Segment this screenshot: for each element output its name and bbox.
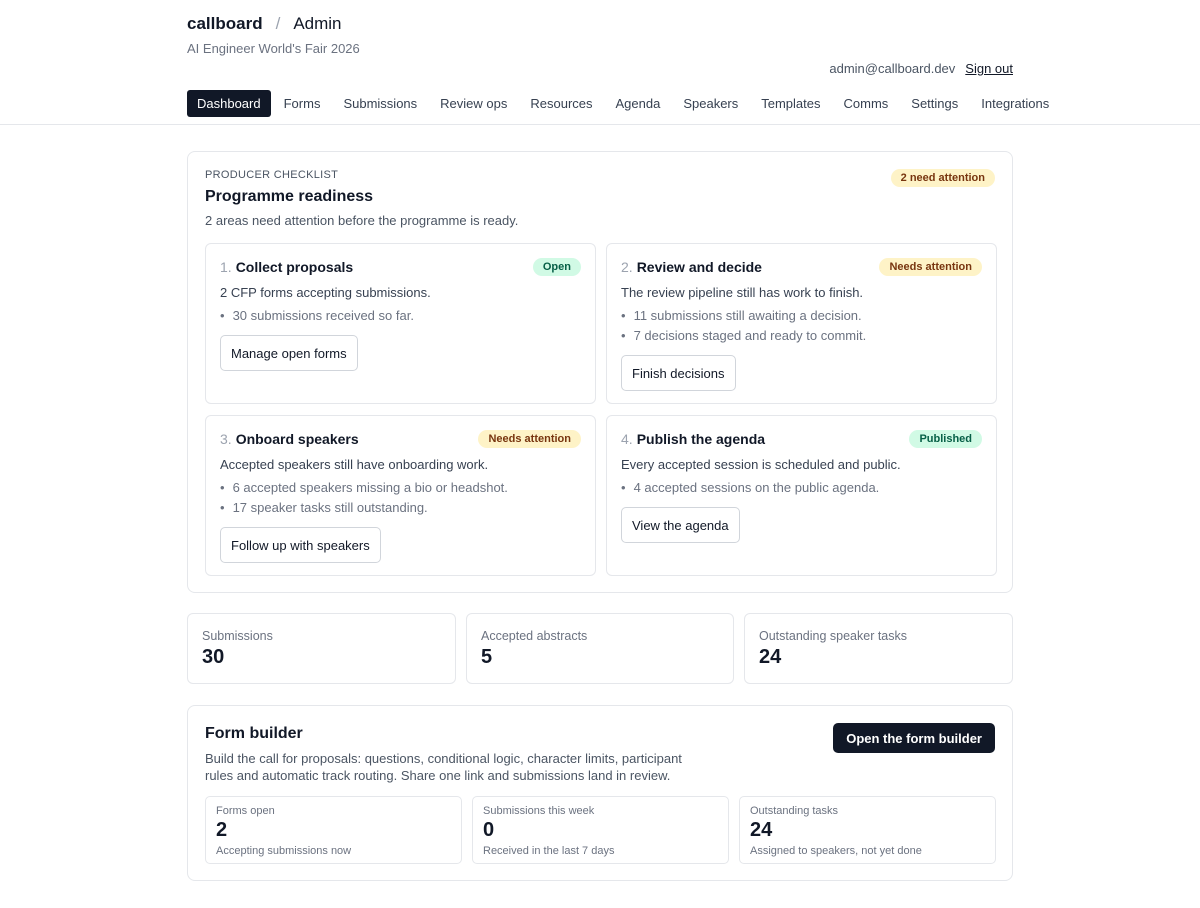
producer-checklist-card: PRODUCER CHECKLIST Programme readiness 2… xyxy=(187,151,1013,593)
stat-value: 24 xyxy=(759,646,782,668)
metric-caption: Assigned to speakers, not yet done xyxy=(750,845,922,857)
metric-outstanding-tasks: Outstanding tasks 24 Assigned to speaker… xyxy=(739,796,996,864)
step-collect-proposals: 1. Collect proposals Open 2 CFP forms acc… xyxy=(205,243,596,404)
nav-resources[interactable]: Resources xyxy=(520,90,602,117)
step-title-text: Review and decide xyxy=(636,259,762,275)
nav-forms[interactable]: Forms xyxy=(274,90,331,117)
checklist-eyebrow: PRODUCER CHECKLIST xyxy=(205,169,339,181)
step-review-and-decide: 2. Review and decide Needs attention The … xyxy=(606,243,997,404)
list-item: 6 accepted speakers missing a bio or hea… xyxy=(220,480,508,500)
user-menu: admin@callboard.dev Sign out xyxy=(829,61,1013,76)
step-number: 4. xyxy=(621,431,633,447)
metric-value: 24 xyxy=(750,819,773,841)
step-description: Every accepted session is scheduled and … xyxy=(621,457,901,472)
list-item: 17 speaker tasks still outstanding. xyxy=(220,500,508,520)
status-badge: Needs attention xyxy=(879,258,982,276)
metric-label: Outstanding tasks xyxy=(750,805,839,817)
status-badge: Needs attention xyxy=(478,430,581,448)
checklist-title: Programme readiness xyxy=(205,188,374,205)
list-item: 4 accepted sessions on the public agenda… xyxy=(621,480,880,500)
manage-open-forms-button[interactable]: Manage open forms xyxy=(220,335,358,371)
main-nav: Dashboard Forms Submissions Review ops R… xyxy=(187,90,1062,117)
step-bullets: 6 accepted speakers missing a bio or hea… xyxy=(220,480,508,520)
step-description: 2 CFP forms accepting submissions. xyxy=(220,285,431,300)
nav-speakers[interactable]: Speakers xyxy=(673,90,748,117)
follow-up-speakers-button[interactable]: Follow up with speakers xyxy=(220,527,381,563)
metric-value: 2 xyxy=(216,819,228,841)
step-number: 3. xyxy=(220,431,232,447)
step-description: Accepted speakers still have onboarding … xyxy=(220,457,489,472)
nav-submissions[interactable]: Submissions xyxy=(333,90,427,117)
nav-settings[interactable]: Settings xyxy=(901,90,968,117)
metric-label: Submissions this week xyxy=(483,805,595,817)
step-bullets: 11 submissions still awaiting a decision… xyxy=(621,308,867,348)
metric-value: 0 xyxy=(483,819,495,841)
nav-dashboard[interactable]: Dashboard xyxy=(187,90,271,117)
brand-logo[interactable]: callboard xyxy=(187,14,263,34)
stat-label: Submissions xyxy=(202,629,273,643)
step-title: 4. Publish the agenda xyxy=(621,431,765,447)
stat-value: 30 xyxy=(202,646,225,668)
list-item: 7 decisions staged and ready to commit. xyxy=(621,328,867,348)
breadcrumb: callboard / Admin xyxy=(187,14,342,34)
step-number: 2. xyxy=(621,259,633,275)
stat-accepted-abstracts: Accepted abstracts 5 xyxy=(466,613,734,684)
open-form-builder-button[interactable]: Open the form builder xyxy=(833,723,995,753)
list-item: 30 submissions received so far. xyxy=(220,308,414,328)
metric-caption: Accepting submissions now xyxy=(216,845,352,857)
nav-comms[interactable]: Comms xyxy=(834,90,899,117)
step-onboard-speakers: 3. Onboard speakers Needs attention Accep… xyxy=(205,415,596,576)
step-bullets: 30 submissions received so far. xyxy=(220,308,414,328)
nav-templates[interactable]: Templates xyxy=(751,90,830,117)
step-title-text: Publish the agenda xyxy=(636,431,766,447)
metric-caption: Received in the last 7 days xyxy=(483,845,615,857)
status-badge: Open xyxy=(532,258,581,276)
user-email: admin@callboard.dev xyxy=(829,61,956,76)
form-builder-description: Build the call for proposals: questions,… xyxy=(205,751,682,783)
metric-label: Forms open xyxy=(216,805,275,817)
checklist-description: 2 areas need attention before the progra… xyxy=(205,213,519,228)
stat-outstanding-speaker-tasks: Outstanding speaker tasks 24 xyxy=(744,613,1013,684)
metric-submissions-this-week: Submissions this week 0 Received in the … xyxy=(472,796,729,864)
list-item: 11 submissions still awaiting a decision… xyxy=(621,308,866,328)
status-badge: Published xyxy=(909,430,982,448)
breadcrumb-separator: / xyxy=(275,14,281,33)
step-title-text: Collect proposals xyxy=(235,259,354,275)
nav-integrations[interactable]: Integrations xyxy=(971,90,1059,117)
step-title: 3. Onboard speakers xyxy=(220,431,359,447)
stat-submissions: Submissions 30 xyxy=(187,613,456,684)
stat-label: Outstanding speaker tasks xyxy=(759,629,907,643)
step-title-text: Onboard speakers xyxy=(235,431,359,447)
view-agenda-button[interactable]: View the agenda xyxy=(621,507,740,543)
finish-decisions-button[interactable]: Finish decisions xyxy=(621,355,736,391)
nav-review-ops[interactable]: Review ops xyxy=(430,90,517,117)
step-number: 1. xyxy=(220,259,232,275)
attention-count-badge: 2 need attention xyxy=(890,169,995,187)
step-publish-agenda: 4. Publish the agenda Published Every acc… xyxy=(606,415,997,576)
event-name: AI Engineer World's Fair 2026 xyxy=(187,41,360,56)
sign-out-link[interactable]: Sign out xyxy=(965,61,1013,76)
stat-label: Accepted abstracts xyxy=(481,629,588,643)
form-builder-card: Form builder Build the call for proposal… xyxy=(187,705,1013,881)
nav-agenda[interactable]: Agenda xyxy=(606,90,671,117)
metric-forms-open: Forms open 2 Accepting submissions now xyxy=(205,796,462,864)
step-bullets: 4 accepted sessions on the public agenda… xyxy=(621,480,880,500)
step-title: 2. Review and decide xyxy=(621,259,762,275)
app-header: callboard / Admin AI Engineer World's Fa… xyxy=(0,0,1200,125)
stat-value: 5 xyxy=(481,646,493,668)
step-description: The review pipeline still has work to fi… xyxy=(621,285,864,300)
step-title: 1. Collect proposals xyxy=(220,259,353,275)
form-builder-title: Form builder xyxy=(205,725,303,742)
section-title: Admin xyxy=(293,14,342,33)
